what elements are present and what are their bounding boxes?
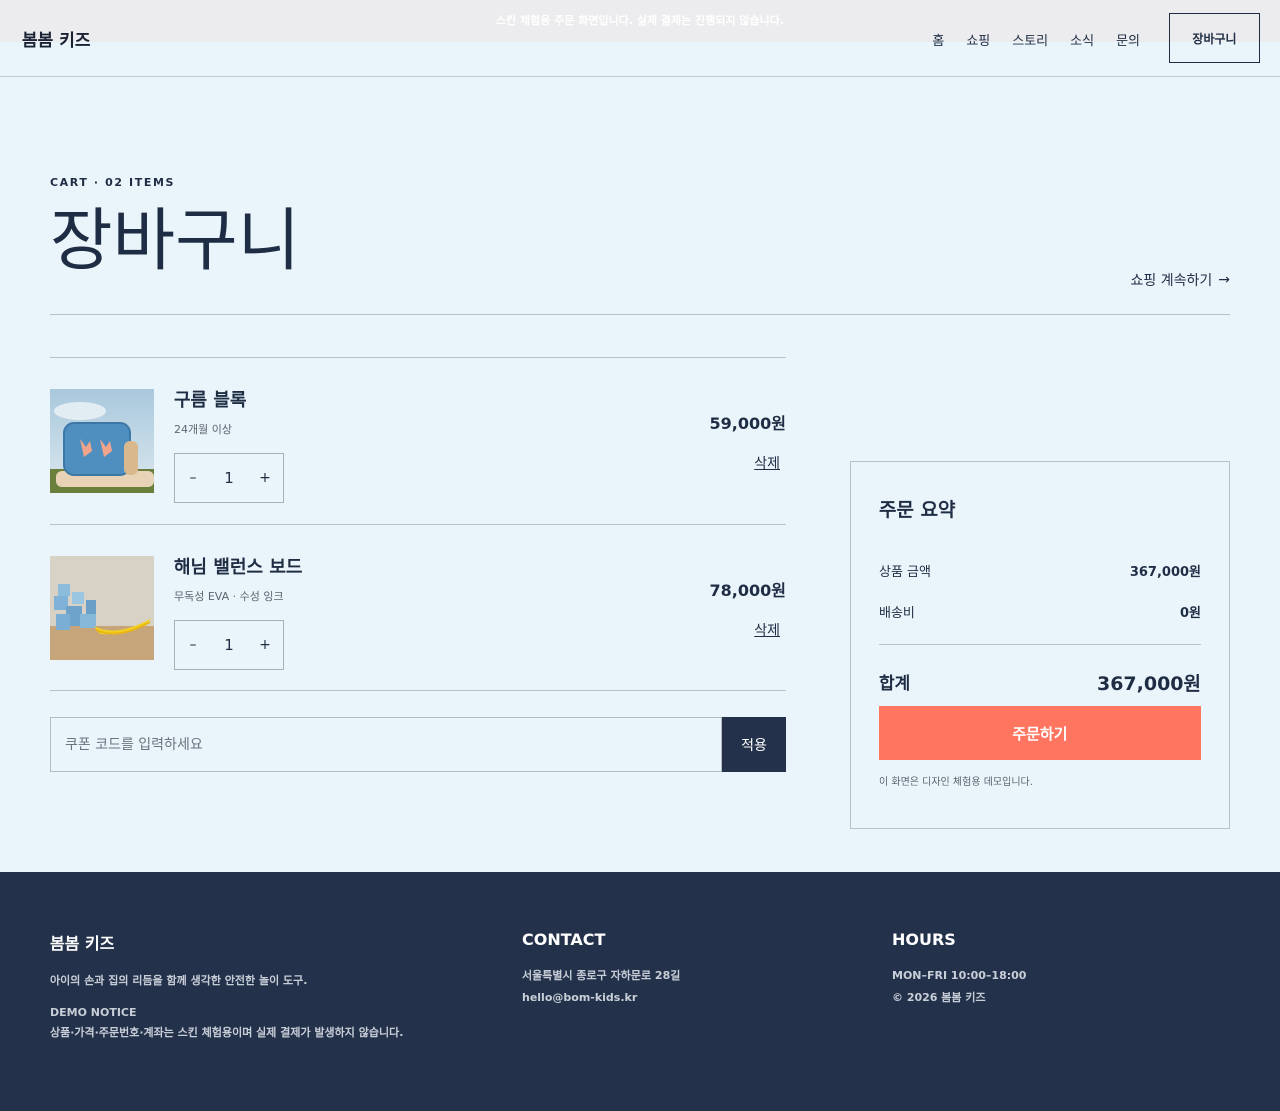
quantity-value: 1: [224, 469, 234, 487]
product-image-balance-board[interactable]: [50, 556, 154, 660]
continue-shopping-label: 쇼핑 계속하기: [1130, 273, 1213, 289]
nav-item-shop[interactable]: 쇼핑: [966, 30, 990, 49]
site-footer: 봄봄 키즈 아이의 손과 집의 리듬을 함께 생각한 안전한 놀이 도구. DE…: [0, 872, 1280, 1111]
quantity-increase-button[interactable]: +: [259, 470, 271, 486]
remove-item-button[interactable]: 삭제: [754, 453, 780, 473]
cart-item-name: 해님 밸런스 보드: [174, 557, 303, 578]
nav-item-story[interactable]: 스토리: [1012, 30, 1048, 49]
cart-eyebrow: CART · 02 ITEMS: [50, 176, 176, 189]
nav-item-contact[interactable]: 문의: [1116, 30, 1140, 49]
footer-brand-title: 봄봄 키즈: [50, 934, 115, 953]
subtotal-value: 367,000원: [1129, 565, 1201, 580]
total-row: 합계 367,000원: [879, 669, 1201, 696]
arrow-right-icon: →: [1218, 272, 1230, 288]
coupon-code-input[interactable]: [50, 717, 722, 772]
quantity-decrease-button[interactable]: –: [187, 470, 199, 486]
cart-item-list: 구름 블록 24개월 이상 – 1 + 59,000원 삭제 해님 밸런스 보드…: [50, 357, 786, 691]
footer-copyright: © 2026 봄봄 키즈: [892, 991, 986, 1004]
shipping-value: 0원: [1179, 606, 1201, 621]
total-label: 합계: [879, 674, 911, 694]
cart-item-price: 78,000원: [709, 581, 786, 600]
footer-contact-title: CONTACT: [522, 930, 606, 949]
product-image-cloud-block[interactable]: [50, 389, 154, 493]
nav-item-home[interactable]: 홈: [932, 30, 944, 49]
site-header: 봄봄 키즈 홈 쇼핑 스토리 소식 문의 장바구니: [0, 0, 1280, 77]
quantity-stepper: – 1 +: [174, 453, 284, 503]
header-cart-button[interactable]: 장바구니: [1169, 13, 1260, 63]
cart-item-meta: 24개월 이상: [174, 423, 232, 436]
shipping-row: 배송비 0원: [879, 602, 1201, 621]
nav-item-news[interactable]: 소식: [1070, 30, 1094, 49]
demo-note: 이 화면은 디자인 체험용 데모입니다.: [879, 777, 1033, 788]
cart-item-name: 구름 블록: [174, 390, 247, 411]
footer-hours-title: HOURS: [892, 930, 956, 949]
cart-item: 해님 밸런스 보드 무독성 EVA · 수성 잉크 – 1 + 78,000원 …: [50, 524, 786, 691]
main-nav: 홈 쇼핑 스토리 소식 문의: [910, 30, 1140, 49]
place-order-button[interactable]: 주문하기: [879, 706, 1201, 760]
footer-contact-column: CONTACT 서울특별시 종로구 자하문로 28길 hello@bom-kid…: [522, 930, 680, 1009]
subtotal-label: 상품 금액: [879, 565, 931, 580]
footer-notice-text: 상품·가격·주문번호·계좌는 스킨 체험용이며 실제 결제가 발생하지 않습니다…: [50, 1026, 404, 1039]
footer-brand-column: 봄봄 키즈 아이의 손과 집의 리듬을 함께 생각한 안전한 놀이 도구. DE…: [50, 930, 403, 1044]
cart-item-meta: 무독성 EVA · 수성 잉크: [174, 590, 284, 603]
footer-address: 서울특별시 종로구 자하문로 28길: [522, 969, 681, 982]
shipping-label: 배송비: [879, 606, 915, 621]
quantity-value: 1: [224, 636, 234, 654]
footer-notice-title: DEMO NOTICE: [50, 1006, 137, 1019]
cart-item: 구름 블록 24개월 이상 – 1 + 59,000원 삭제: [50, 357, 786, 524]
site-logo[interactable]: 봄봄 키즈: [22, 26, 90, 51]
page-title: 장바구니: [50, 202, 301, 281]
coupon-form: 적용: [50, 717, 786, 772]
subtotal-row: 상품 금액 367,000원: [879, 561, 1201, 580]
heading-divider: [50, 314, 1230, 315]
order-summary: 주문 요약 상품 금액 367,000원 배송비 0원 합계 367,000원 …: [850, 461, 1230, 829]
total-value: 367,000원: [1096, 673, 1201, 695]
quantity-decrease-button[interactable]: –: [187, 637, 199, 653]
summary-divider: [879, 644, 1201, 645]
order-summary-title: 주문 요약: [879, 499, 956, 521]
footer-hours-time: MON–FRI 10:00–18:00: [892, 969, 1027, 982]
remove-item-button[interactable]: 삭제: [754, 620, 780, 640]
apply-coupon-button[interactable]: 적용: [722, 717, 786, 772]
continue-shopping-link[interactable]: 쇼핑 계속하기 →: [1131, 270, 1230, 290]
cart-item-price: 59,000원: [709, 414, 786, 433]
footer-hours-column: HOURS MON–FRI 10:00–18:00 © 2026 봄봄 키즈: [892, 930, 1026, 1009]
quantity-increase-button[interactable]: +: [259, 637, 271, 653]
footer-tagline: 아이의 손과 집의 리듬을 함께 생각한 안전한 놀이 도구.: [50, 974, 308, 987]
quantity-stepper: – 1 +: [174, 620, 284, 670]
footer-email[interactable]: hello@bom-kids.kr: [522, 987, 680, 1009]
